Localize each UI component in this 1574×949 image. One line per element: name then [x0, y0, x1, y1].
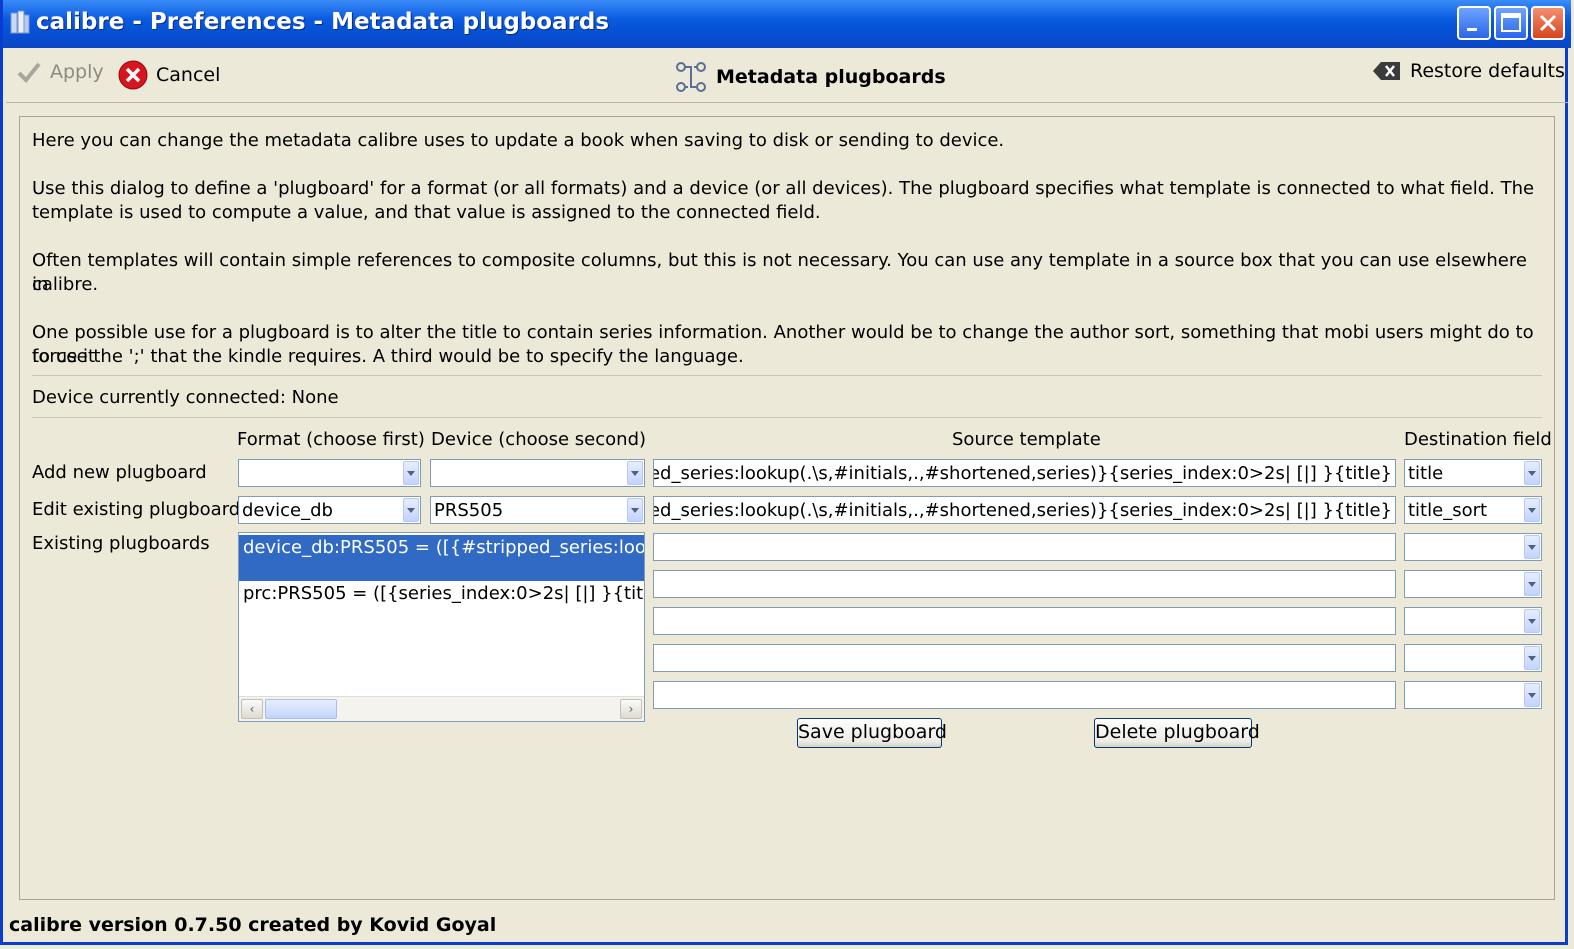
restore-defaults-button[interactable]: Restore defaults: [1372, 60, 1565, 82]
destination-field-select[interactable]: title: [1404, 459, 1542, 487]
chevron-down-icon[interactable]: [1524, 646, 1540, 670]
chevron-left-icon: ‹: [249, 702, 255, 716]
maximize-icon: [1501, 13, 1521, 32]
source-template-input[interactable]: {#stripped_series:lookup(.\s,#initials,.…: [653, 459, 1396, 487]
header-source-template: Source template: [952, 429, 1101, 450]
plugboards-panel: Here you can change the metadata calibre…: [19, 116, 1555, 900]
destination-field-select[interactable]: [1404, 644, 1542, 672]
chevron-down-icon[interactable]: [1524, 683, 1540, 707]
chevron-down-icon[interactable]: [627, 498, 643, 522]
backspace-clear-icon: [1373, 62, 1400, 80]
existing-plugboards-label: Existing plugboards: [32, 533, 210, 554]
chevron-down-icon[interactable]: [1524, 572, 1540, 596]
list-item[interactable]: device_db:PRS505 = ([{#stripped_series:l…: [239, 535, 644, 581]
minimize-icon: [1467, 28, 1477, 31]
existing-plugboards-list[interactable]: device_db:PRS505 = ([{#stripped_series:l…: [238, 532, 645, 722]
horizontal-scrollbar[interactable]: ‹ ›: [239, 696, 644, 721]
edit-device-select[interactable]: PRS505: [430, 496, 645, 524]
delete-plugboard-button[interactable]: Delete plugboard: [1094, 718, 1260, 748]
plugboard-icon: [676, 62, 706, 92]
chevron-down-icon[interactable]: [1524, 461, 1540, 485]
save-plugboard-button[interactable]: Save plugboard: [797, 718, 947, 748]
divider: [32, 375, 1542, 376]
checkmark-icon: [17, 62, 41, 83]
calibre-app-icon: [10, 10, 30, 34]
cancel-label: Cancel: [156, 64, 221, 86]
destination-field-select[interactable]: [1404, 570, 1542, 598]
minimize-button[interactable]: [1457, 6, 1491, 40]
window-title: calibre - Preferences - Metadata plugboa…: [36, 9, 610, 35]
description-p1: Here you can change the metadata calibre…: [32, 130, 1005, 151]
description-p2b: template is used to compute a value, and…: [32, 202, 821, 223]
add-format-select[interactable]: [238, 459, 421, 487]
chevron-down-icon[interactable]: [403, 498, 419, 522]
add-plugboard-label: Add new plugboard: [32, 462, 207, 483]
header-device: Device (choose second): [431, 429, 647, 450]
header-format: Format (choose first): [237, 429, 425, 450]
preferences-window: calibre - Preferences - Metadata plugboa…: [0, 0, 1571, 945]
description-p2a: Use this dialog to define a 'plugboard' …: [32, 178, 1535, 199]
apply-label: Apply: [50, 61, 104, 83]
close-button[interactable]: [1531, 6, 1565, 40]
chevron-down-icon[interactable]: [627, 461, 643, 485]
list-item[interactable]: prc:PRS505 = ([{series_index:0>2s| [|] }…: [239, 581, 644, 627]
cancel-icon: [118, 60, 148, 90]
list-item-text: device_db:PRS505 = ([{#stripped_series:l…: [243, 537, 644, 558]
chevron-right-icon: ›: [628, 702, 634, 716]
section-title: Metadata plugboards: [674, 60, 946, 94]
close-icon: [1539, 14, 1557, 32]
destination-field-select[interactable]: [1404, 681, 1542, 709]
status-bar-text: calibre version 0.7.50 created by Kovid …: [9, 914, 497, 936]
description-p3b: calibre.: [32, 274, 99, 295]
source-template-input[interactable]: {#stripped_series:lookup(.\s,#initials,.…: [653, 496, 1396, 524]
toolbar: Apply Cancel Metadata plugboards Restore…: [6, 48, 1568, 103]
scroll-left-button[interactable]: ‹: [241, 699, 263, 719]
edit-plugboard-label: Edit existing plugboard: [32, 499, 241, 520]
maximize-button[interactable]: [1494, 6, 1528, 40]
source-template-input[interactable]: [653, 681, 1396, 709]
restore-defaults-label: Restore defaults: [1410, 60, 1565, 82]
destination-field-select[interactable]: [1404, 607, 1542, 635]
scrollbar-thumb[interactable]: [265, 699, 337, 719]
destination-field-select[interactable]: [1404, 533, 1542, 561]
header-destination-field: Destination field: [1404, 429, 1552, 450]
list-item-text: prc:PRS505 = ([{series_index:0>2s| [|] }…: [243, 583, 644, 604]
add-device-select[interactable]: [430, 459, 645, 487]
destination-field-select[interactable]: title_sort: [1404, 496, 1542, 524]
section-title-label: Metadata plugboards: [716, 66, 946, 88]
apply-button[interactable]: Apply: [16, 60, 104, 84]
source-template-input[interactable]: [653, 607, 1396, 635]
title-bar[interactable]: calibre - Preferences - Metadata plugboa…: [3, 0, 1571, 48]
edit-format-value: device_db: [242, 500, 333, 521]
source-template-input[interactable]: [653, 570, 1396, 598]
chevron-down-icon[interactable]: [1524, 609, 1540, 633]
chevron-down-icon[interactable]: [1524, 535, 1540, 559]
divider: [32, 417, 1542, 418]
source-template-input[interactable]: [653, 533, 1396, 561]
source-template-input[interactable]: [653, 644, 1396, 672]
device-connected-text: Device currently connected: None: [32, 387, 339, 408]
chevron-down-icon[interactable]: [403, 461, 419, 485]
scroll-right-button[interactable]: ›: [620, 699, 642, 719]
chevron-down-icon[interactable]: [1524, 498, 1540, 522]
edit-device-value: PRS505: [434, 500, 504, 521]
description-p4b: to use the ';' that the kindle requires.…: [32, 346, 744, 367]
cancel-button[interactable]: Cancel: [118, 60, 220, 90]
edit-format-select[interactable]: device_db: [238, 496, 421, 524]
